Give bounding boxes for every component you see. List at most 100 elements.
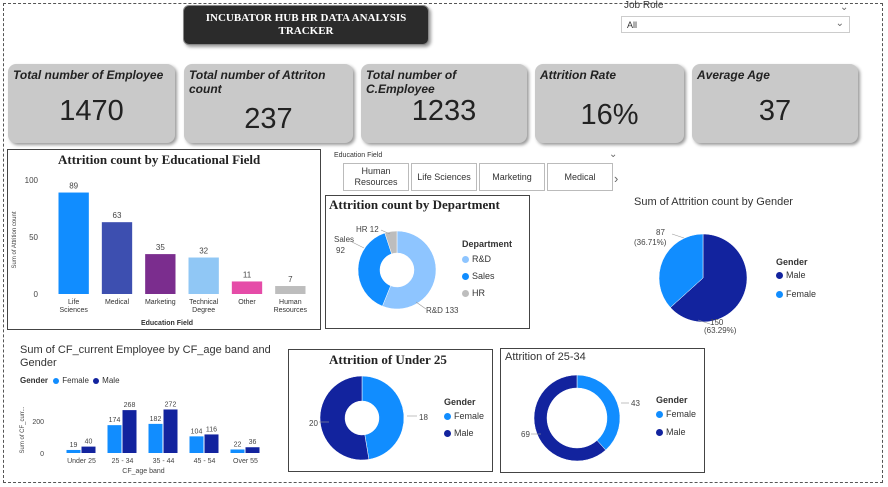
legend-item-sales: Sales [462, 271, 495, 281]
legend-item-female: Female [656, 409, 696, 419]
x-tick-label: Resources [274, 307, 308, 314]
legend-item-male: Male [656, 427, 686, 437]
legend-item-female: Female [444, 411, 484, 421]
tab-human-resources[interactable]: Human Resources [343, 163, 409, 191]
legend-title: Gender [656, 395, 688, 405]
data-label: 174 [109, 417, 121, 424]
bar [245, 447, 260, 453]
kpi-label: Average Age [697, 68, 770, 82]
data-label: 87 [656, 228, 665, 237]
y-tick-label: 200 [32, 419, 44, 426]
x-tick-label: 25 - 34 [112, 458, 134, 465]
data-label: HR 12 [356, 225, 379, 234]
x-axis-label: Education Field [141, 320, 193, 327]
bar [81, 446, 96, 453]
legend-item-rd: R&D [462, 254, 491, 264]
x-tick-label: Life [68, 299, 79, 306]
y-tick-label: 0 [40, 451, 44, 458]
kpi-value: 16% [580, 99, 639, 131]
chevron-down-icon[interactable]: ⌄ [609, 149, 617, 160]
data-label: 43 [631, 399, 640, 408]
x-tick-label: 45 - 54 [194, 458, 216, 465]
bar [230, 449, 245, 453]
chart-gender-panel: Sum of Attrition count by Gender 150 (63.… [628, 194, 868, 344]
dashboard-title: INCUBATOR HUB HR DATA ANALYSIS TRACKER [183, 5, 429, 45]
data-label: Sales [334, 235, 354, 244]
bar [231, 281, 263, 294]
bar [145, 254, 176, 294]
bar [189, 436, 204, 453]
data-label: 104 [191, 428, 203, 435]
x-tick-label: 35 - 44 [153, 458, 175, 465]
chart-age-panel: Sum of CF_current Employee by CF_age ban… [14, 342, 282, 480]
data-label: 272 [165, 401, 177, 408]
kpi-value: 37 [758, 95, 792, 127]
y-axis-label: Sum of Attrition count [12, 211, 18, 268]
edu-filter-label: Education Field [334, 152, 383, 159]
data-label: (63.29%) [704, 326, 737, 335]
title-line-2: TRACKER [278, 25, 334, 37]
data-label: 116 [206, 426, 217, 433]
data-label: 32 [199, 247, 208, 256]
legend-item-hr: HR [462, 288, 485, 298]
data-label: 35 [156, 243, 165, 252]
bar [107, 425, 122, 453]
kpi-card-current-employees: Total number of C.Employee 1233 [361, 64, 527, 143]
bar [163, 409, 178, 453]
kpi-card-total-employees: Total number of Employee 1470 [8, 64, 175, 143]
tab-medical[interactable]: Medical [547, 163, 613, 191]
data-label: 40 [85, 439, 93, 446]
bar [101, 222, 133, 294]
age-bar-chart: 0 200 19 40 Under 25 174 268 25 - 34 182 272 35 - … [20, 401, 260, 475]
bar [188, 257, 219, 294]
y-axis-label: Sum of CF_curr... [20, 406, 26, 453]
kpi-label: Total number of Employee [13, 68, 164, 82]
data-label: 89 [69, 182, 78, 191]
data-label: 182 [150, 416, 162, 423]
bar [275, 286, 306, 294]
job-role-select[interactable]: All ⌄ [621, 16, 850, 33]
data-label: (36.71%) [634, 238, 667, 247]
chevron-down-icon[interactable]: ⌄ [840, 2, 848, 13]
slice [361, 375, 405, 460]
job-role-value: All [627, 20, 638, 30]
y-tick-label: 0 [34, 290, 39, 299]
legend-item-male: Male [776, 270, 806, 280]
kpi-card-attrition-rate: Attrition Rate 16% [535, 64, 684, 143]
title-line-1: INCUBATOR HUB HR DATA ANALYSIS [205, 12, 407, 24]
legend-item-male: Male [444, 428, 474, 438]
dept-donut-chart: R&D 133 Sales 92 HR 12 [334, 225, 459, 315]
edu-bar-chart: 0 50 100 89 LifeSciences 63 Medical 35 Marketing… [12, 176, 308, 327]
data-label: 7 [288, 275, 293, 284]
data-label: 11 [243, 270, 252, 279]
job-role-label: Job Role [624, 0, 664, 11]
kpi-label: Total number of C.Employee [366, 68, 457, 96]
kpi-label: Total number of Attriton count [189, 68, 326, 96]
kpi-value: 1470 [59, 95, 124, 127]
x-axis-label: CF_age band [122, 468, 165, 475]
kpi-card-average-age: Average Age 37 [692, 64, 858, 143]
edu-filter-tabs: Human Resources Life Sciences Marketing … [343, 163, 615, 193]
data-label: 63 [113, 211, 122, 220]
chevron-right-icon[interactable]: › [614, 171, 618, 186]
legend-item-female: Female [776, 289, 816, 299]
leader-line [415, 301, 427, 310]
kpi-value: 1233 [411, 95, 477, 127]
chart-edu-panel: Attrition count by Educational Field 0 50… [7, 149, 321, 330]
legend-title: Department [462, 239, 513, 249]
data-label: 69 [521, 430, 530, 439]
legend-title: Gender [444, 397, 476, 407]
tab-marketing[interactable]: Marketing [479, 163, 545, 191]
data-label: R&D 133 [426, 306, 459, 315]
slice [319, 375, 370, 461]
y-tick-label: 100 [25, 176, 39, 185]
x-tick-label: Technical [189, 299, 219, 306]
x-tick-label: Other [238, 299, 256, 306]
tab-life-sciences[interactable]: Life Sciences [411, 163, 477, 191]
bar [58, 192, 89, 294]
bar [66, 449, 81, 453]
kpi-card-attrition-count: Total number of Attriton count 237 [184, 64, 353, 143]
chart-dept-panel: Attrition count by Department R&D 133 Sal… [325, 195, 530, 329]
x-tick-label: Sciences [59, 307, 88, 314]
kpi-label: Attrition Rate [540, 68, 616, 82]
